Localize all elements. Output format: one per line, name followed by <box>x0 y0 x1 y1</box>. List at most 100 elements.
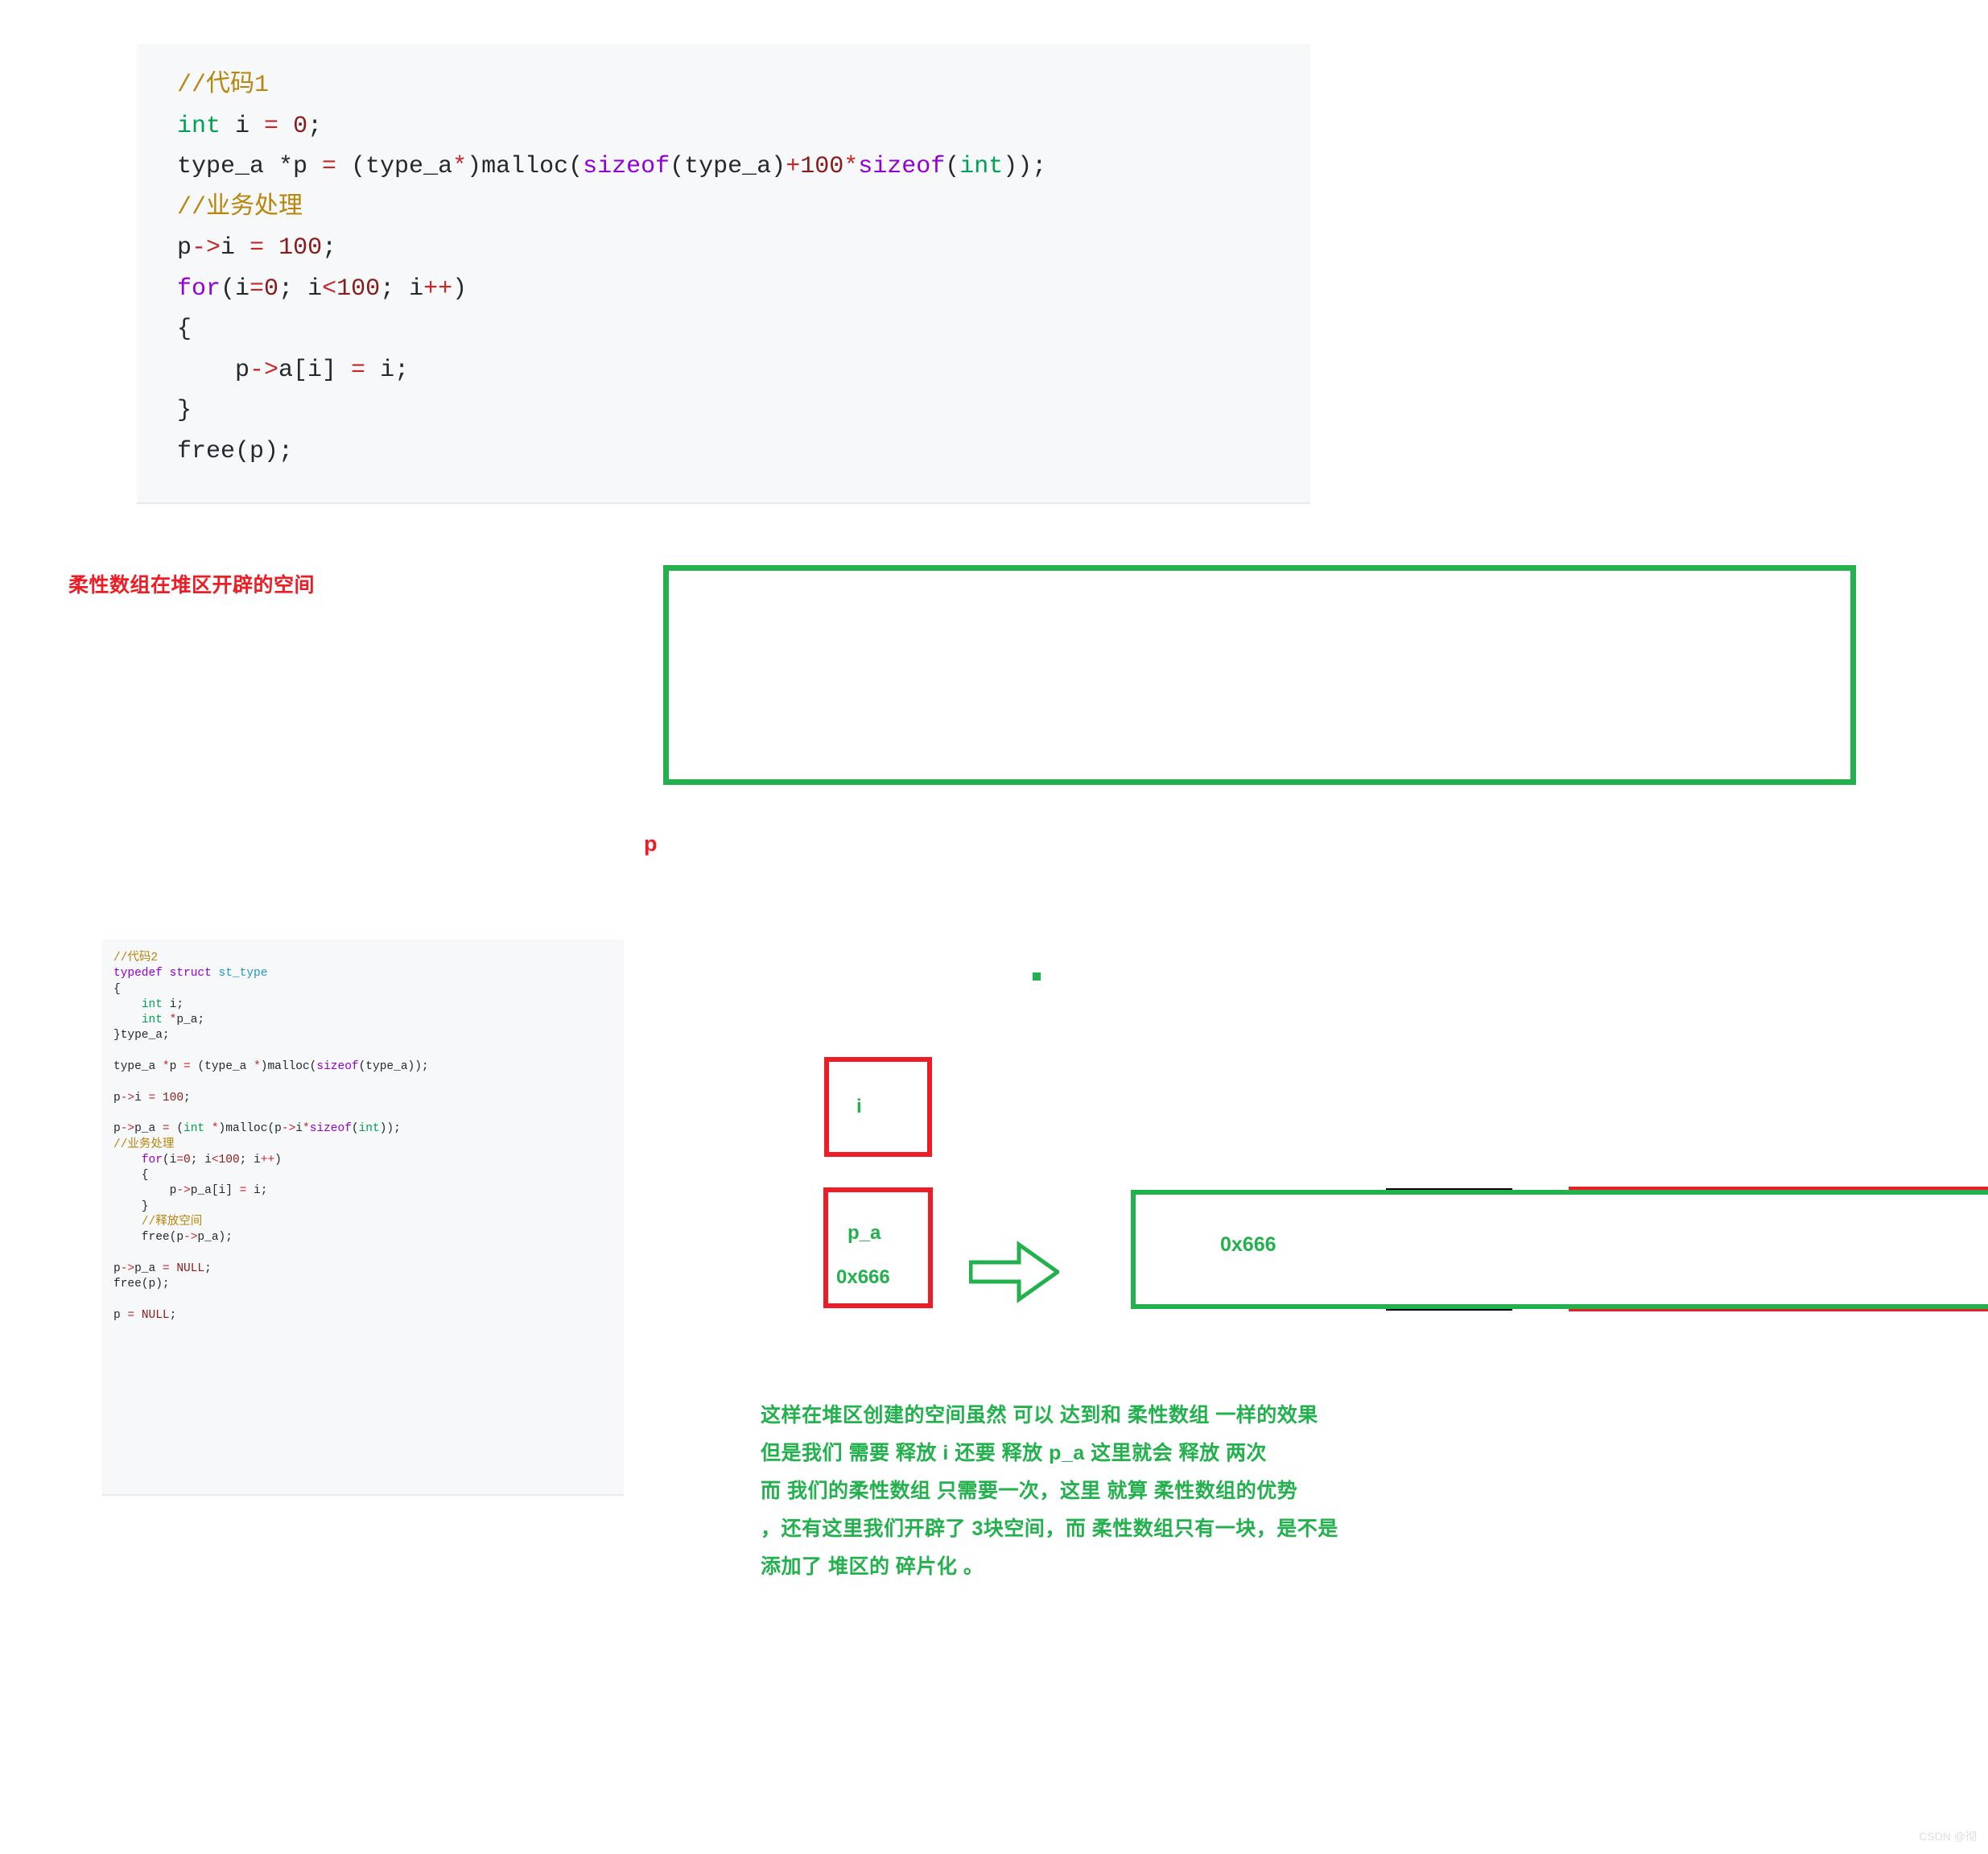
code-line: int *p_a; <box>113 1013 624 1028</box>
code-token: st_type <box>218 967 268 981</box>
code-token: * <box>211 1122 219 1136</box>
code-token: int <box>141 1014 163 1027</box>
code-token: 100 <box>162 1091 184 1105</box>
code-token: //业务处理 <box>177 193 303 221</box>
code-token: for <box>141 1153 163 1166</box>
malloc-heap-address-label: 0x666 <box>1220 1233 1277 1256</box>
code-token: p <box>113 1122 121 1136</box>
code-token: type_a *p <box>177 153 323 180</box>
code-line: } <box>113 1200 624 1215</box>
code-token: = <box>322 153 337 180</box>
code-token: < <box>211 1153 219 1166</box>
code-line: for(i=0; i<100; i++) <box>177 269 1310 310</box>
csdn-watermark: CSDN @彻 <box>1919 1830 1977 1843</box>
code-token: i <box>134 1091 149 1105</box>
code-token: = <box>176 1153 184 1166</box>
code-token: * <box>843 153 859 180</box>
right-arrow-icon <box>969 1241 1059 1303</box>
code-token: )malloc( <box>260 1060 317 1074</box>
code-token: i <box>221 112 265 140</box>
code-token: = <box>250 275 265 303</box>
code-token: ; <box>322 234 337 262</box>
code-token: for <box>177 275 221 303</box>
code-token: ; i <box>190 1153 212 1166</box>
code-token: -> <box>176 1184 191 1198</box>
code-token: -> <box>120 1261 135 1275</box>
code-token: type_a <box>113 1060 163 1074</box>
code-token: p <box>113 1261 121 1275</box>
code-block-example-2: //代码2 typedef struct st_type{ int i; int … <box>102 939 624 1496</box>
code-token: ; <box>169 1308 177 1322</box>
struct2-member-i-label: i <box>856 1096 862 1117</box>
code-line: p->p_a[i] = i; <box>113 1183 624 1199</box>
code-token: ( <box>351 1122 359 1136</box>
code-line: //代码1 <box>177 65 1310 106</box>
pointer-label-p: p <box>644 832 658 856</box>
code-token: { <box>177 316 192 343</box>
code-token: (type_a)); <box>358 1060 429 1074</box>
explanation-note: 这样在堆区创建的空间虽然 可以 达到和 柔性数组 一样的效果 但是我们 需要 释放… <box>761 1397 1338 1586</box>
code-token: (type_a <box>336 153 453 180</box>
code-token: i; <box>365 356 410 384</box>
code-line: //释放空间 <box>113 1215 624 1230</box>
code-token: * <box>162 1060 170 1074</box>
code-line: { <box>177 309 1310 350</box>
malloc-heap-block-box: 0x666 <box>1131 1190 1988 1309</box>
code-line: { <box>113 1168 624 1183</box>
code-token: NULL <box>141 1308 170 1322</box>
code-token: p_a[i] <box>190 1184 240 1198</box>
code-token: 100 <box>336 275 381 303</box>
code-line: free(p); <box>177 431 1310 473</box>
code-token: = <box>127 1308 135 1322</box>
code-token: sizeof <box>309 1122 352 1136</box>
code-token: -> <box>120 1122 135 1136</box>
code-token: sizeof <box>583 153 670 180</box>
code-token: -> <box>250 356 279 384</box>
code-token: int <box>184 1122 205 1136</box>
flexible-array-heap-heading: 柔性数组在堆区开辟的空间 <box>68 574 316 597</box>
code-token: p <box>177 356 250 384</box>
code-token: 100 <box>278 234 323 262</box>
code-line: for(i=0; i<100; i++) <box>113 1153 624 1168</box>
code-line: typedef struct st_type <box>113 966 624 981</box>
explanation-line: 这样在堆区创建的空间虽然 可以 达到和 柔性数组 一样的效果 <box>761 1404 1318 1427</box>
code-token: * <box>302 1122 310 1136</box>
code-token: p_a <box>134 1122 163 1136</box>
code-token: sizeof <box>316 1060 359 1074</box>
code-token: < <box>322 275 337 303</box>
code-token: p <box>169 1060 184 1074</box>
code-token: ; <box>204 1261 212 1275</box>
code-token: 100 <box>800 153 844 180</box>
code-token: (type_a) <box>670 153 786 180</box>
code-token: }type_a; <box>113 1029 170 1043</box>
code-token: //代码1 <box>177 72 270 99</box>
code-line: free(p); <box>113 1277 624 1292</box>
code-line: type_a *p = (type_a*)malloc(sizeof(type_… <box>177 147 1310 188</box>
code-token: -> <box>281 1122 296 1136</box>
code-token: free(p); <box>177 437 294 465</box>
code-token: sizeof <box>858 153 946 180</box>
code-line: p->p_a = NULL; <box>113 1261 624 1277</box>
code-token: int <box>177 112 221 140</box>
code-token: )malloc( <box>467 153 584 180</box>
code-token: p_a <box>134 1261 163 1275</box>
code-token: = <box>148 1091 156 1105</box>
code-token: (type_a <box>190 1060 254 1074</box>
code-token: int <box>141 997 163 1011</box>
explanation-line: 而 我们的柔性数组 只需要一次，这里 就算 柔性数组的优势 <box>761 1480 1298 1502</box>
code-token: )malloc(p <box>218 1122 282 1136</box>
code-token: i <box>295 1122 303 1136</box>
explanation-line: ，还有这里我们开辟了 3块空间，而 柔性数组只有一块，是不是 <box>761 1517 1338 1540</box>
code-token: p_a; <box>176 1014 205 1027</box>
